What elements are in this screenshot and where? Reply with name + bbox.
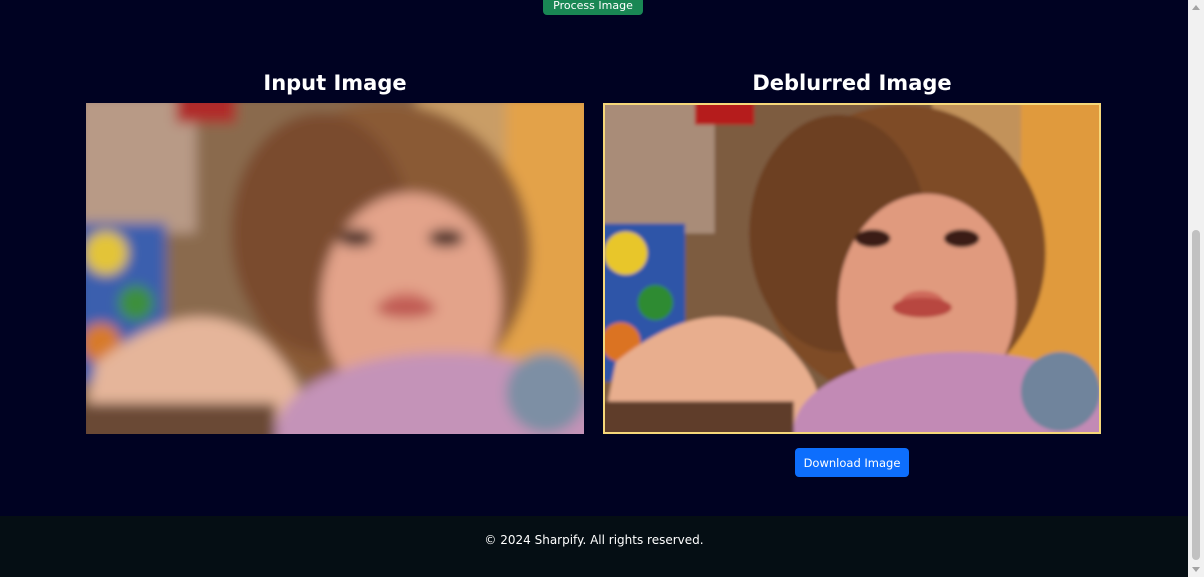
deblurred-image-title: Deblurred Image [752, 71, 952, 95]
footer-copyright: © 2024 Sharpify. All rights reserved. [484, 533, 704, 547]
page: Process Image Input Image Deblurred Imag… [0, 0, 1188, 577]
vertical-scrollbar[interactable] [1188, 0, 1204, 577]
download-image-button[interactable]: Download Image [795, 448, 909, 477]
process-image-button[interactable]: Process Image [543, 0, 643, 15]
input-image [86, 103, 584, 434]
deblurred-image [603, 103, 1101, 434]
scroll-down-arrow-icon[interactable] [1192, 567, 1200, 572]
scrollbar-thumb[interactable] [1192, 230, 1200, 560]
scroll-up-arrow-icon[interactable] [1192, 5, 1200, 10]
input-image-title: Input Image [263, 71, 407, 95]
footer: © 2024 Sharpify. All rights reserved. [0, 516, 1188, 577]
